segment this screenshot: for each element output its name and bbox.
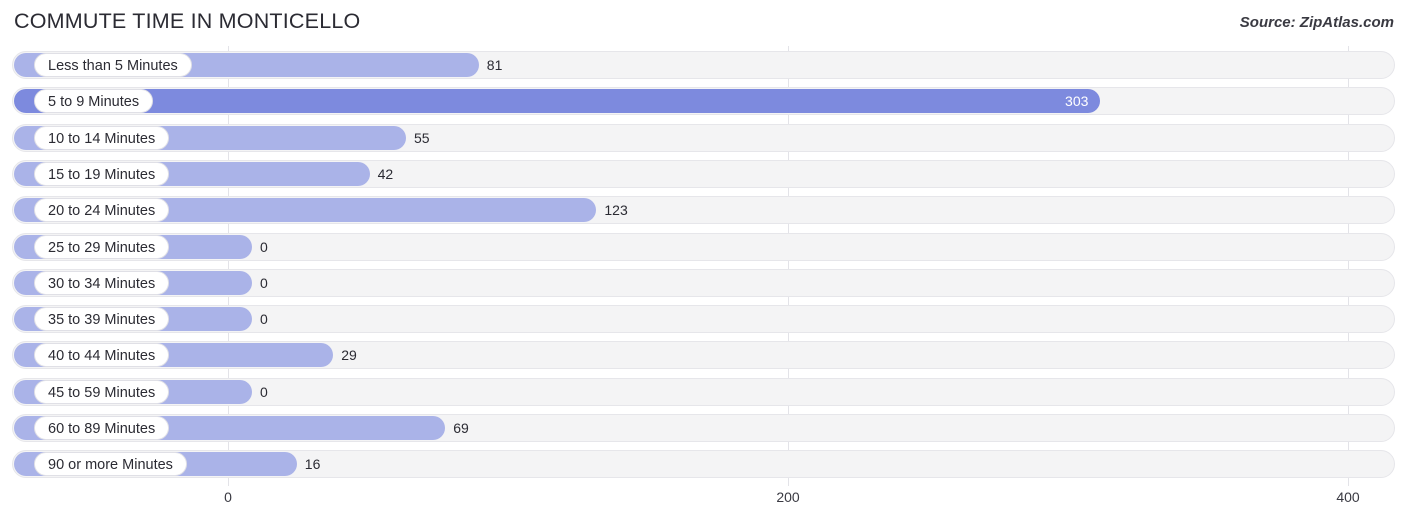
bar-value-label: 303 bbox=[1065, 93, 1089, 110]
bar-value-label: 81 bbox=[486, 57, 503, 73]
chart-header: COMMUTE TIME IN MONTICELLO Source: ZipAt… bbox=[0, 0, 1406, 46]
bar-value-label: 0 bbox=[260, 383, 268, 400]
bar[interactable]: 303 bbox=[14, 89, 1101, 114]
category-label: 40 to 44 Minutes bbox=[34, 343, 170, 368]
category-label: 45 to 59 Minutes bbox=[34, 379, 170, 404]
bar-row[interactable]: 0 30 to 34 Minutes bbox=[12, 268, 1395, 297]
category-label: 30 to 34 Minutes bbox=[34, 270, 170, 295]
bar-value-label: 42 bbox=[377, 165, 394, 182]
bar-value-label: 55 bbox=[414, 129, 430, 146]
bar-row[interactable]: 0 25 to 29 Minutes bbox=[12, 232, 1395, 261]
category-label: 35 to 39 Minutes bbox=[34, 307, 170, 332]
bar-row[interactable]: 55 10 to 14 Minutes bbox=[12, 123, 1395, 152]
axis-tick-label: 0 bbox=[224, 489, 232, 505]
bar-row[interactable]: 16 90 or more Minutes bbox=[12, 450, 1395, 479]
axis-tick-label: 400 bbox=[1336, 489, 1360, 505]
category-label: 10 to 14 Minutes bbox=[34, 125, 170, 150]
plot-area: 81 Less than 5 Minutes 303 5 to 9 Minutes 55… bbox=[0, 46, 1406, 486]
category-label: 90 or more Minutes bbox=[34, 452, 187, 477]
bar-rows: 81 Less than 5 Minutes 303 5 to 9 Minutes 55… bbox=[0, 46, 1406, 486]
category-label: 5 to 9 Minutes bbox=[34, 89, 154, 114]
bar-row[interactable]: 69 60 to 89 Minutes bbox=[12, 414, 1395, 442]
bar-value-label: 0 bbox=[260, 311, 268, 328]
bar-row[interactable]: 0 35 to 39 Minutes bbox=[12, 305, 1395, 334]
axis-tick-label: 200 bbox=[776, 489, 800, 505]
category-label: Less than 5 Minutes bbox=[34, 53, 192, 77]
category-label: 25 to 29 Minutes bbox=[34, 234, 170, 259]
commute-time-bar-chart: COMMUTE TIME IN MONTICELLO Source: ZipAt… bbox=[0, 0, 1406, 524]
bar-value-label: 123 bbox=[604, 202, 628, 219]
x-axis: 0 200 400 bbox=[0, 486, 1406, 524]
bar-value-label: 0 bbox=[260, 238, 268, 255]
bar-value-label: 29 bbox=[341, 347, 357, 364]
bar-row[interactable]: 123 20 to 24 Minutes bbox=[12, 196, 1395, 225]
category-label: 60 to 89 Minutes bbox=[34, 416, 170, 440]
bar-value-label: 0 bbox=[260, 274, 268, 291]
bar-row[interactable]: 0 45 to 59 Minutes bbox=[12, 377, 1395, 406]
bar-value-label: 69 bbox=[453, 420, 469, 436]
bar-row[interactable]: 303 5 to 9 Minutes bbox=[12, 87, 1395, 116]
category-label: 15 to 19 Minutes bbox=[34, 161, 170, 186]
source-attribution: Source: ZipAtlas.com bbox=[1239, 14, 1394, 31]
page-title: COMMUTE TIME IN MONTICELLO bbox=[14, 9, 361, 33]
bar-row[interactable]: 81 Less than 5 Minutes bbox=[12, 51, 1395, 79]
category-label: 20 to 24 Minutes bbox=[34, 198, 170, 223]
bar-row[interactable]: 42 15 to 19 Minutes bbox=[12, 159, 1395, 188]
bar-value-label: 16 bbox=[304, 456, 321, 473]
bar-row[interactable]: 29 40 to 44 Minutes bbox=[12, 341, 1395, 370]
